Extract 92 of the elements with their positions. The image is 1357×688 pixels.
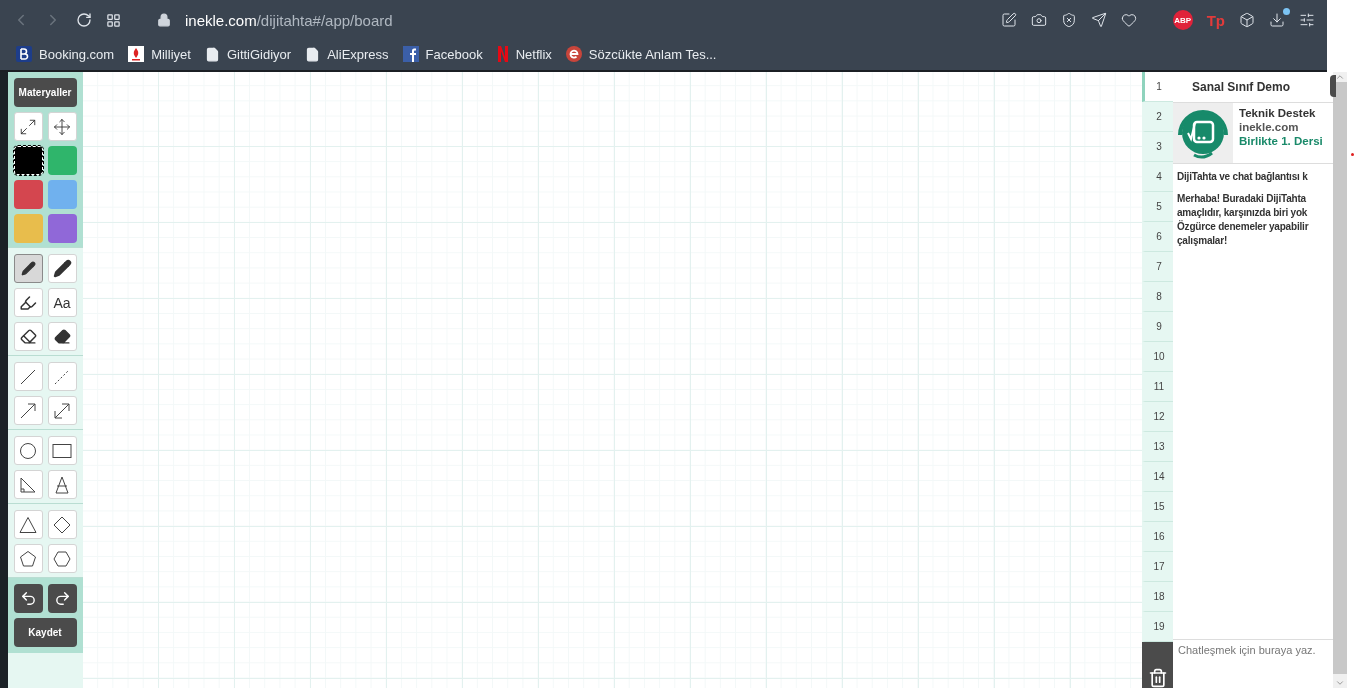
contact-subtitle: Birlikte 1. Dersi xyxy=(1239,135,1323,147)
contact-site: inekle.com xyxy=(1239,121,1300,133)
bookmark-link[interactable]: Sözcükte Anlam Tes... xyxy=(565,46,717,62)
line-number[interactable]: 18 xyxy=(1142,582,1173,612)
right-triangle-icon xyxy=(19,475,37,494)
extension-button[interactable]: ABP xyxy=(1172,10,1193,30)
cube-button[interactable] xyxy=(1239,12,1255,28)
line-number[interactable]: 12 xyxy=(1142,402,1173,432)
line-number[interactable]: 9 xyxy=(1142,312,1173,342)
line-number[interactable]: 10 xyxy=(1142,342,1173,372)
contact-name: Teknik Destek xyxy=(1239,107,1317,119)
expand-icon xyxy=(19,117,37,136)
circle-icon xyxy=(19,441,37,460)
chat-message-line: DijiTahta ve chat bağlantısı k xyxy=(1177,170,1309,184)
line-number[interactable]: 17 xyxy=(1142,552,1173,582)
address-bar[interactable]: inekle.com/dijitahta#/app/board xyxy=(185,11,393,29)
arrow-icon xyxy=(19,401,37,420)
chat-message-line: amaçlıdır, karşınızda biri yok xyxy=(1177,206,1309,220)
panel-tab[interactable] xyxy=(1330,75,1336,97)
netflix-icon xyxy=(496,46,509,62)
chat-title: Sanal Sınıf Demo xyxy=(1192,80,1291,94)
booking-icon xyxy=(16,46,32,62)
undo-button[interactable] xyxy=(13,584,43,613)
move-button[interactable] xyxy=(47,112,77,141)
cursor-dot xyxy=(1351,153,1354,156)
reload-button[interactable] xyxy=(76,12,92,28)
page-icon xyxy=(305,46,321,62)
lock-icon xyxy=(157,13,171,27)
color-swatch[interactable] xyxy=(13,180,43,209)
tabs-grid-button[interactable] xyxy=(106,12,121,28)
line-number[interactable]: 5 xyxy=(1142,192,1173,222)
redo-icon xyxy=(53,590,71,607)
heart-button[interactable] xyxy=(1120,12,1137,28)
notification-dot xyxy=(1283,8,1290,15)
bookmark-link[interactable]: AliExpress xyxy=(305,46,389,62)
camera-button[interactable] xyxy=(1030,12,1047,28)
rectangle-icon xyxy=(52,442,72,459)
tool-button[interactable] xyxy=(13,254,43,283)
line-icon xyxy=(19,367,37,386)
hexagon-icon xyxy=(53,550,71,567)
line-number[interactable]: 11 xyxy=(1142,372,1173,402)
triangle-icon xyxy=(19,515,37,534)
color-swatch[interactable] xyxy=(13,146,43,175)
line-number[interactable]: 4 xyxy=(1142,162,1173,192)
line-number[interactable]: 13 xyxy=(1142,432,1173,462)
eraser-icon xyxy=(53,328,71,345)
shield-button[interactable] xyxy=(1060,12,1077,28)
bookmark-link[interactable]: GittiGidiyor xyxy=(204,46,292,62)
color-swatch[interactable] xyxy=(47,180,77,209)
diamond-icon xyxy=(53,515,71,534)
materials-button[interactable]: Materyaller xyxy=(13,78,77,107)
text-tool-button[interactable]: Aa xyxy=(47,288,77,317)
line-number[interactable]: 16 xyxy=(1142,522,1173,552)
trash-icon[interactable] xyxy=(1147,668,1168,688)
bookmark-link[interactable]: Netflix xyxy=(496,46,552,62)
pentagon-icon xyxy=(19,549,37,568)
download-button[interactable] xyxy=(1269,12,1285,28)
circle-e-icon xyxy=(565,46,582,62)
scrollbar[interactable] xyxy=(1333,72,1347,688)
page-icon xyxy=(204,46,220,62)
fullscreen-button[interactable] xyxy=(13,112,43,141)
bookmark-link[interactable]: Milliyet xyxy=(128,46,191,62)
move-icon xyxy=(53,117,71,136)
pencil-icon xyxy=(20,261,36,276)
double-arrow-icon xyxy=(53,401,71,420)
line-number[interactable]: 14 xyxy=(1142,462,1173,492)
marker-icon xyxy=(52,259,72,278)
chat-message-line: Merhaba! Buradaki DijiTahta xyxy=(1177,192,1307,206)
save-button[interactable]: Kaydet xyxy=(13,618,77,647)
settings-button[interactable] xyxy=(1299,12,1315,28)
edit-button[interactable] xyxy=(1000,12,1017,28)
flame-icon xyxy=(128,46,145,62)
color-swatch[interactable] xyxy=(13,214,43,243)
line-number[interactable]: 8 xyxy=(1142,282,1173,312)
send-button[interactable] xyxy=(1090,12,1107,28)
line-number[interactable]: 6 xyxy=(1142,222,1173,252)
triangle-icon xyxy=(53,475,71,494)
facebook-icon xyxy=(402,46,419,62)
chat-message-line: Özgürce denemeler yapabilir xyxy=(1177,220,1310,234)
scroll-up-icon[interactable] xyxy=(1335,72,1345,82)
chat-message-line: çalışmalar! xyxy=(1177,234,1229,248)
redo-button[interactable] xyxy=(47,584,77,613)
color-swatch[interactable] xyxy=(47,214,77,243)
eraser-icon xyxy=(19,328,37,345)
bookmark-link[interactable]: Booking.com xyxy=(16,46,115,62)
highlighter-icon xyxy=(19,293,37,312)
line-number[interactable]: 15 xyxy=(1142,492,1173,522)
line-number[interactable]: 7 xyxy=(1142,252,1173,282)
undo-icon xyxy=(19,590,37,607)
bookmark-link[interactable]: Facebook xyxy=(402,46,483,62)
color-swatch[interactable] xyxy=(47,146,77,175)
line-number[interactable]: 1 xyxy=(1142,72,1173,102)
